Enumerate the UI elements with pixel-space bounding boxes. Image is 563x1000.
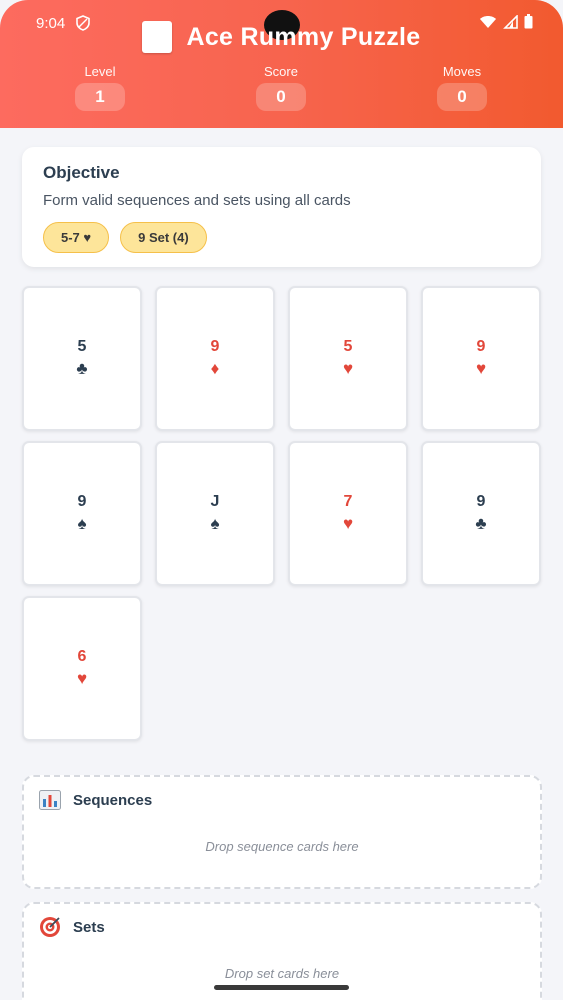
playing-card[interactable]: 9 ♣ <box>421 441 541 586</box>
bar-chart-icon <box>39 789 61 811</box>
stat-moves: Moves 0 <box>422 64 502 111</box>
goal-chip-sequence: 5-7 ♥ <box>43 222 110 253</box>
heart-suit-icon: ♥ <box>76 669 88 688</box>
club-suit-icon: ♣ <box>475 514 487 533</box>
stat-value: 0 <box>437 83 487 111</box>
app-title: Ace Rummy Puzzle <box>186 22 421 51</box>
card-rank: 9 <box>210 338 220 355</box>
goal-chip-set: 9 Set (4) <box>120 222 207 253</box>
heart-suit-icon: ♥ <box>475 359 487 378</box>
zone-header: Sequences <box>39 789 152 811</box>
heart-suit-icon: ♥ <box>342 514 354 533</box>
stat-label: Level <box>84 64 116 79</box>
spade-suit-icon: ♠ <box>77 514 87 533</box>
stat-value: 0 <box>256 83 306 111</box>
objective-chips: 5-7 ♥ 9 Set (4) <box>43 222 520 253</box>
zone-header: Sets <box>39 916 105 938</box>
playing-card[interactable]: 5 ♣ <box>22 286 142 431</box>
sequences-drop-zone[interactable]: Sequences Drop sequence cards here <box>22 775 542 889</box>
card-rank: J <box>210 493 220 510</box>
club-suit-icon: ♣ <box>76 359 88 378</box>
card-rank: 9 <box>476 338 486 355</box>
stat-level: Level 1 <box>60 64 140 111</box>
playing-card[interactable]: 6 ♥ <box>22 596 142 741</box>
joker-card-icon: 🃏 <box>142 21 173 53</box>
playing-card[interactable]: 9 ♦ <box>155 286 275 431</box>
zone-title: Sets <box>73 918 105 936</box>
card-rank: 5 <box>343 338 353 355</box>
playing-card[interactable]: 9 ♥ <box>421 286 541 431</box>
heart-suit-icon: ♥ <box>342 359 354 378</box>
target-icon <box>39 916 61 938</box>
card-rank: 7 <box>343 493 353 510</box>
diamond-suit-icon: ♦ <box>210 359 220 378</box>
playing-card[interactable]: 7 ♥ <box>288 441 408 586</box>
objective-panel: Objective Form valid sequences and sets … <box>22 147 541 267</box>
zone-hint: Drop set cards here <box>224 966 340 981</box>
playing-card[interactable]: J ♠ <box>155 441 275 586</box>
app-header: 9:04 🃏 Ace Rummy Puzzle Level 1 Score 0 … <box>0 0 563 128</box>
objective-title: Objective <box>43 163 120 182</box>
stat-label: Score <box>264 64 298 79</box>
objective-description: Form valid sequences and sets using all … <box>43 192 351 209</box>
stat-score: Score 0 <box>241 64 321 111</box>
title-row: 🃏 Ace Rummy Puzzle <box>0 18 563 56</box>
spade-suit-icon: ♠ <box>210 514 220 533</box>
stat-value: 1 <box>75 83 125 111</box>
zone-hint: Drop sequence cards here <box>205 839 359 854</box>
playing-card[interactable]: 9 ♠ <box>22 441 142 586</box>
stat-label: Moves <box>442 64 482 79</box>
home-indicator[interactable] <box>214 985 349 990</box>
card-rank: 9 <box>77 493 87 510</box>
card-rank: 9 <box>476 493 486 510</box>
card-grid: 5 ♣ 9 ♦ 5 ♥ 9 ♥ 9 ♠ J ♠ 7 ♥ 9 ♣ 6 ♥ <box>22 286 542 746</box>
zone-title: Sequences <box>73 791 153 809</box>
card-rank: 6 <box>77 648 87 665</box>
playing-card[interactable]: 5 ♥ <box>288 286 408 431</box>
stats-bar: Level 1 Score 0 Moves 0 <box>0 64 563 114</box>
card-rank: 5 <box>77 338 87 355</box>
